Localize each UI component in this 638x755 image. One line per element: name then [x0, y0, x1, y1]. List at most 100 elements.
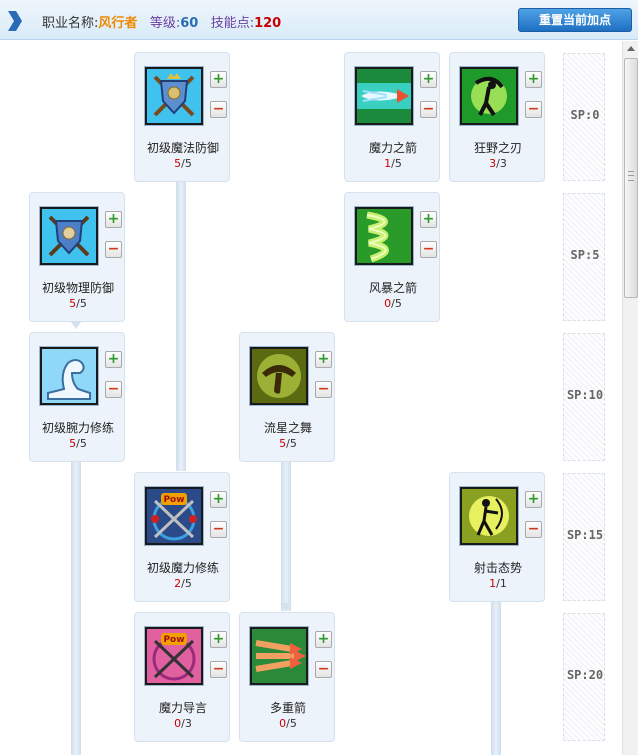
skill-name: 魔力导言	[158, 701, 207, 715]
decrease-skill-button[interactable]: −	[105, 381, 122, 398]
skill-level: 0/5	[384, 297, 402, 310]
increase-skill-button[interactable]: +	[420, 71, 437, 88]
level-value: 60	[180, 16, 199, 31]
increase-skill-button[interactable]: +	[525, 71, 542, 88]
skill-level-max: 5	[184, 577, 192, 590]
connector-line	[281, 461, 291, 611]
decrease-skill-button[interactable]: −	[525, 521, 542, 538]
increase-skill-button[interactable]: +	[420, 211, 437, 228]
sp-tier-marker: SP:5	[563, 193, 605, 321]
multi-arrow-icon[interactable]	[250, 627, 308, 685]
skill-level: 5/5	[69, 297, 87, 310]
sp-tier-label: SP:10	[566, 388, 604, 402]
shield-magic-icon[interactable]	[145, 67, 203, 125]
increase-skill-button[interactable]: +	[210, 491, 227, 508]
skill-name: 魔力之箭	[368, 141, 417, 155]
svg-text:Pow: Pow	[163, 495, 184, 505]
skill-card-novice-physical-defense: + − 初级物理防御 5/5	[29, 192, 125, 322]
increase-skill-button[interactable]: +	[105, 351, 122, 368]
character-info: 职业名称:风行者 等级:60 技能点:120	[42, 12, 281, 31]
sp-tier-marker: SP:20	[563, 613, 605, 741]
pow-swords-blue-icon[interactable]: Pow	[145, 487, 203, 545]
skill-card-novice-magic-training: Pow + − 初级魔力修练 2/5	[134, 472, 230, 602]
shield-physical-icon[interactable]	[40, 207, 98, 265]
skill-level: 1/5	[384, 157, 402, 170]
decrease-skill-button[interactable]: −	[525, 101, 542, 118]
skill-level-max: 5	[289, 717, 297, 730]
wild-blade-icon[interactable]	[460, 67, 518, 125]
skill-level: 5/5	[174, 157, 192, 170]
boomerang-icon[interactable]	[250, 347, 308, 405]
skill-points-label: 技能点:	[210, 16, 255, 31]
skill-level: 1/1	[489, 577, 507, 590]
skill-level-current: 5	[69, 437, 77, 450]
skill-level-max: 5	[289, 437, 297, 450]
skill-card-magic-arrow: + − 魔力之箭 1/5	[344, 52, 440, 182]
increase-skill-button[interactable]: +	[315, 631, 332, 648]
skill-level-max: 5	[79, 297, 87, 310]
skill-name: 射击态势	[473, 561, 522, 575]
skill-level: 2/5	[174, 577, 192, 590]
pow-swords-pink-icon[interactable]: Pow	[145, 627, 203, 685]
sp-tier-marker: SP:15	[563, 473, 605, 601]
skill-level: 5/5	[69, 437, 87, 450]
connector-arrow	[280, 603, 292, 611]
skill-card-wild-blade: + − 狂野之刃 3/3	[449, 52, 545, 182]
skill-level-max: 5	[79, 437, 87, 450]
scrollbar-thumb[interactable]	[624, 58, 638, 298]
skill-level-current: 2	[174, 577, 182, 590]
increase-skill-button[interactable]: +	[210, 71, 227, 88]
skill-level-current: 3	[489, 157, 497, 170]
skill-level-current: 5	[279, 437, 287, 450]
skill-name: 初级物理防御	[41, 281, 114, 295]
skill-name: 风暴之箭	[368, 281, 417, 295]
skill-card-magic-incantation: Pow + − 魔力导言 0/3	[134, 612, 230, 742]
skill-level-current: 5	[174, 157, 182, 170]
skill-level-max: 5	[394, 157, 402, 170]
skill-name: 流星之舞	[263, 421, 312, 435]
decrease-skill-button[interactable]: −	[420, 241, 437, 258]
arm-icon[interactable]	[40, 347, 98, 405]
storm-arrow-icon[interactable]	[355, 207, 413, 265]
decrease-skill-button[interactable]: −	[315, 381, 332, 398]
decrease-skill-button[interactable]: −	[105, 241, 122, 258]
sp-tier-label: SP:20	[566, 668, 604, 682]
skill-level-max: 1	[499, 577, 507, 590]
skill-level-max: 3	[499, 157, 507, 170]
scroll-up-arrow-icon[interactable]	[627, 46, 635, 51]
connector-line	[176, 181, 186, 471]
skill-card-shooting-stance: + − 射击态势 1/1	[449, 472, 545, 602]
skill-card-meteor-dance: + − 流星之舞 5/5	[239, 332, 335, 462]
skill-level: 0/5	[279, 717, 297, 730]
vertical-scrollbar[interactable]	[622, 41, 638, 755]
sp-tier-marker: SP:0	[563, 53, 605, 181]
skill-tree: + − 初级魔法防御 5/5 + − 魔力之箭 1/5 + − 狂野之刃 3/3…	[0, 41, 622, 755]
sp-tier-marker: SP:10	[563, 333, 605, 461]
increase-skill-button[interactable]: +	[315, 351, 332, 368]
svg-text:Pow: Pow	[163, 635, 184, 645]
skill-level-max: 5	[184, 157, 192, 170]
reset-points-button[interactable]: 重置当前加点	[518, 8, 632, 32]
decrease-skill-button[interactable]: −	[210, 521, 227, 538]
increase-skill-button[interactable]: +	[105, 211, 122, 228]
job-label: 职业名称:	[42, 16, 99, 31]
grip-icon	[628, 171, 634, 181]
skill-name: 初级腕力修练	[41, 421, 114, 435]
skill-level-current: 5	[69, 297, 77, 310]
connector-line	[71, 461, 81, 755]
archer-icon[interactable]	[460, 487, 518, 545]
magic-arrow-icon[interactable]	[355, 67, 413, 125]
skill-name: 狂野之刃	[473, 141, 522, 155]
decrease-skill-button[interactable]: −	[420, 101, 437, 118]
increase-skill-button[interactable]: +	[210, 631, 227, 648]
skill-level-current: 0	[174, 717, 182, 730]
sp-tier-label: SP:5	[570, 248, 600, 262]
decrease-skill-button[interactable]: −	[315, 661, 332, 678]
decrease-skill-button[interactable]: −	[210, 661, 227, 678]
skill-level: 0/3	[174, 717, 192, 730]
skill-name: 初级魔法防御	[146, 141, 219, 155]
increase-skill-button[interactable]: +	[525, 491, 542, 508]
skill-level-current: 1	[384, 157, 392, 170]
sp-tier-label: SP:0	[570, 108, 600, 122]
decrease-skill-button[interactable]: −	[210, 101, 227, 118]
